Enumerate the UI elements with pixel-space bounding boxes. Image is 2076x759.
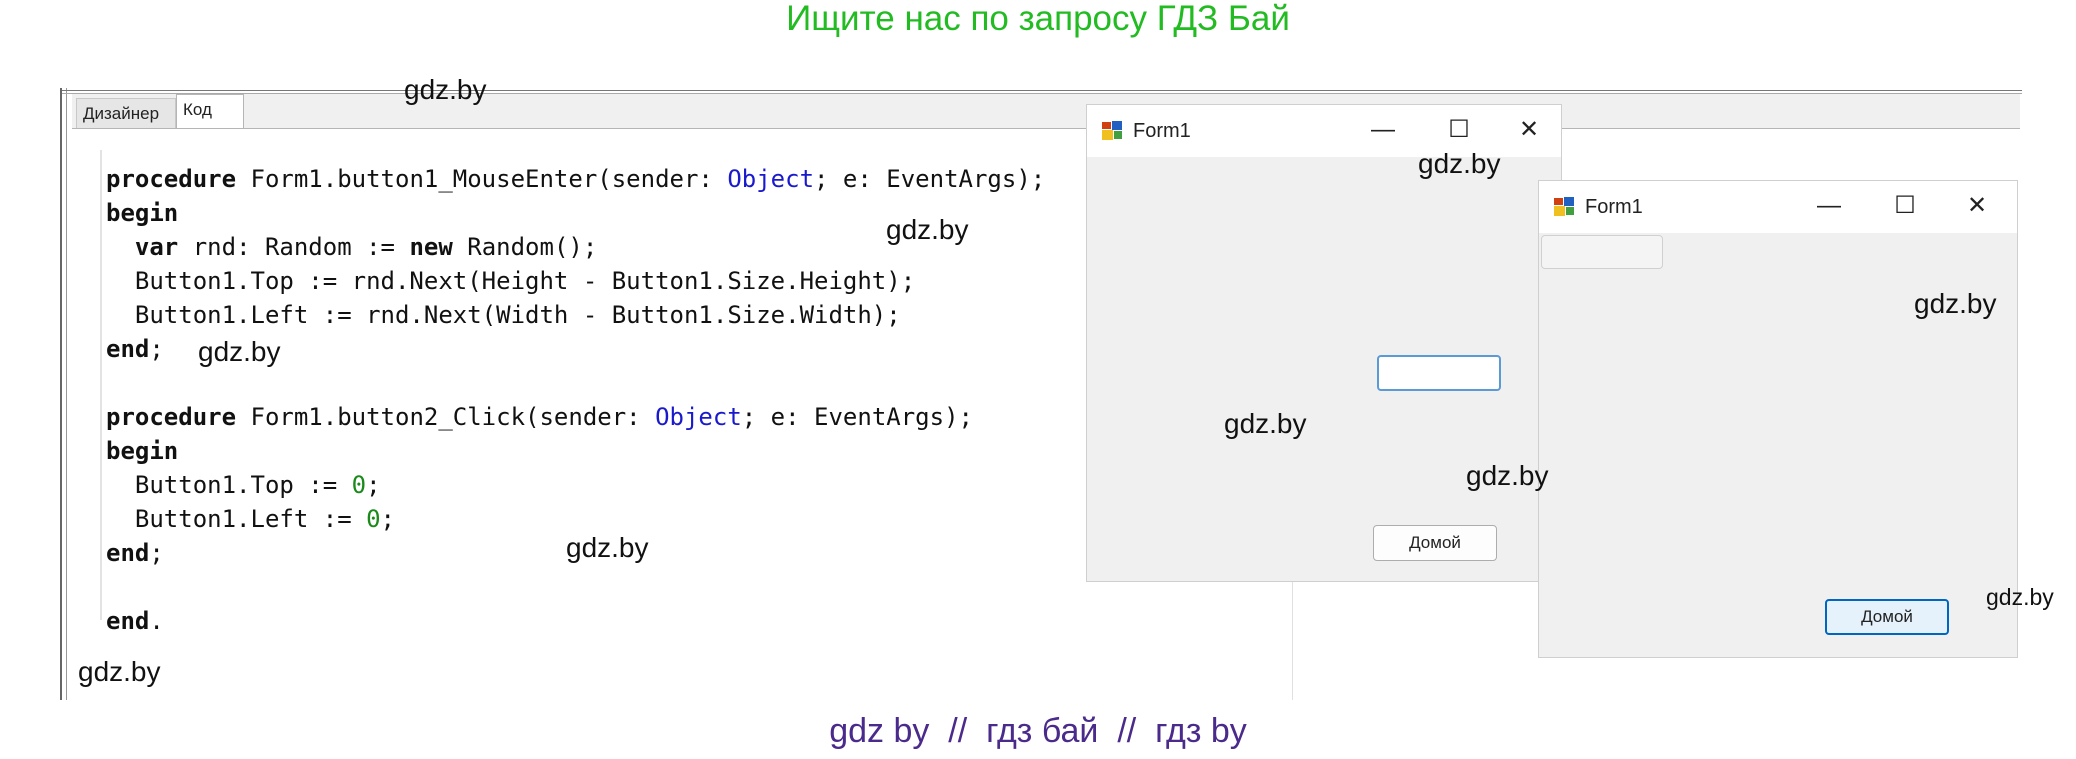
maximize-button[interactable]: ☐ <box>1885 191 1925 221</box>
editor-gutter <box>100 150 102 620</box>
watermark: gdz.by <box>1418 148 1501 179</box>
tab-code[interactable]: Код <box>176 94 244 128</box>
code-line-4: Button1.Top := rnd.Next(Height - Button1… <box>106 267 916 295</box>
watermark: gdz.by <box>1224 408 1307 439</box>
app-icon <box>1102 121 1122 140</box>
home-button[interactable]: Домой <box>1373 525 1497 561</box>
ide-border-top <box>62 90 2022 91</box>
moving-button[interactable] <box>1541 235 1663 269</box>
maximize-button[interactable]: ☐ <box>1439 115 1479 145</box>
form-window-2-title: Form1 <box>1585 196 1643 218</box>
watermark: gdz.by <box>1986 584 2054 610</box>
code-line-2: begin <box>106 199 179 227</box>
form-window-2[interactable]: Form1 — ☐ ✕ Домой <box>1538 180 2018 658</box>
code-line-3: var rnd: Random := new Random(); <box>134 233 598 261</box>
tab-designer[interactable]: Дизайнер <box>76 98 176 128</box>
watermark: gdz.by <box>566 532 649 563</box>
minimize-button[interactable]: — <box>1363 115 1403 145</box>
code-line-6: end; <box>106 335 164 363</box>
editor-tab-strip <box>72 94 2020 128</box>
code-line-8: procedure Form1.button2_Click(sender: Ob… <box>106 403 973 431</box>
footer-links: gdz by // гдз бай // гдз by <box>829 712 1247 750</box>
code-line-14: end. <box>106 607 164 635</box>
watermark: gdz.by <box>198 336 281 367</box>
home-button[interactable]: Домой <box>1825 599 1949 635</box>
code-line-5: Button1.Left := rnd.Next(Width - Button1… <box>106 301 901 329</box>
ide-border-left-inner <box>66 88 67 700</box>
form-window-1-title: Form1 <box>1133 120 1191 142</box>
watermark: gdz.by <box>1914 288 1997 319</box>
close-button[interactable]: ✕ <box>1957 191 1997 221</box>
watermark: gdz.by <box>78 656 161 687</box>
code-line-12: end; <box>106 539 164 567</box>
moving-button[interactable] <box>1377 355 1501 391</box>
code-line-11: Button1.Left := 0; <box>106 505 395 533</box>
minimize-button[interactable]: — <box>1809 191 1849 221</box>
code-line-10: Button1.Top := 0; <box>106 471 381 499</box>
watermark: gdz.by <box>886 214 969 245</box>
watermark: gdz.by <box>404 74 487 105</box>
close-button[interactable]: ✕ <box>1509 115 1549 145</box>
watermark: gdz.by <box>1466 460 1549 491</box>
top-banner: Ищите нас по запросу ГДЗ Бай <box>786 0 1290 38</box>
code-line-9: begin <box>106 437 179 465</box>
ide-border-left <box>60 88 62 700</box>
app-icon <box>1554 197 1574 216</box>
code-line-1: procedure Form1.button1_MouseEnter(sende… <box>106 165 1046 193</box>
